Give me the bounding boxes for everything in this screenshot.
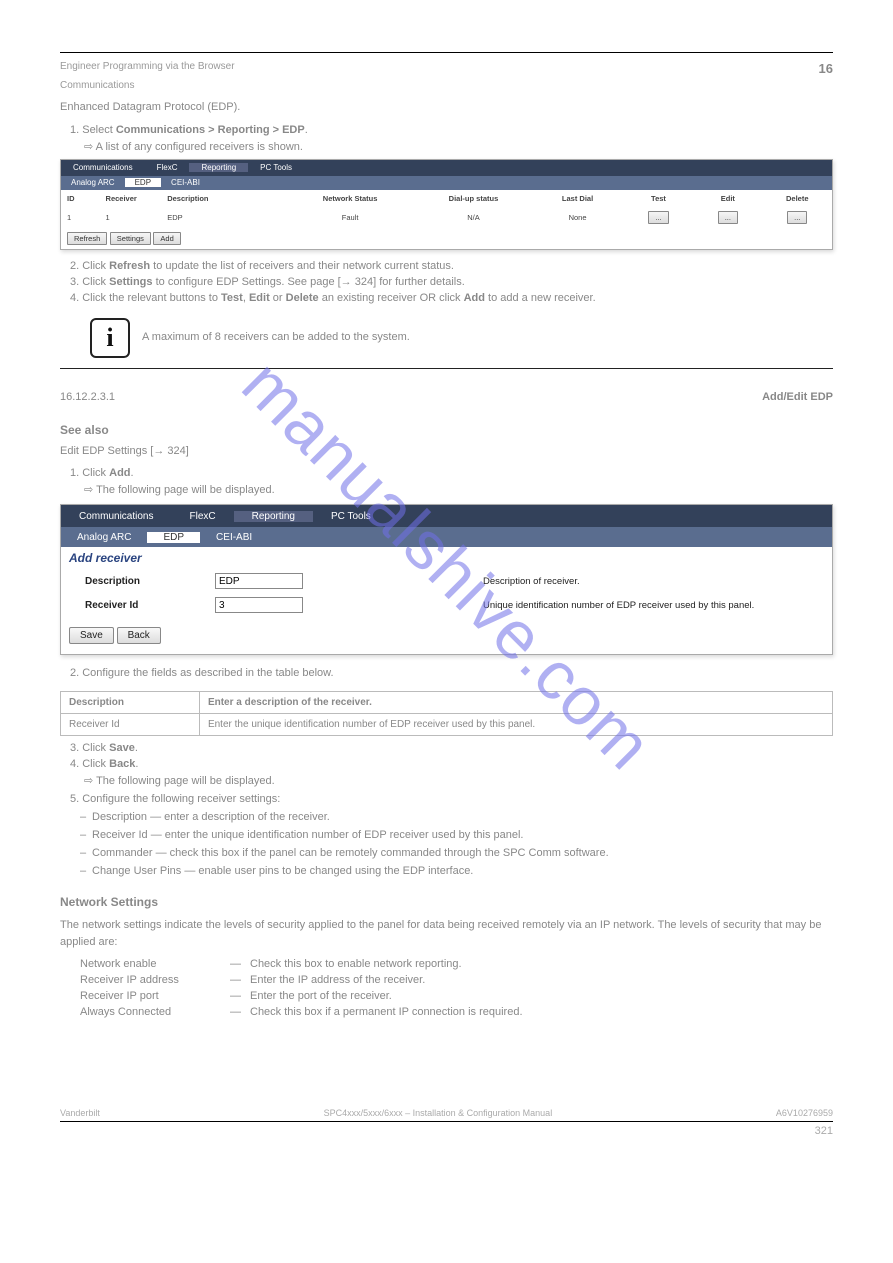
list-item: Receiver Id — enter the unique identific… — [92, 829, 833, 841]
delete-button[interactable]: ... — [787, 211, 807, 224]
network-levels: Network enable—Check this box to enable … — [80, 958, 833, 1018]
tab-analog-arc[interactable]: Analog ARC — [61, 178, 125, 187]
nav-item-communications[interactable]: Communications — [61, 163, 145, 172]
receiver-id-input[interactable] — [215, 597, 303, 613]
description-label: Description — [85, 576, 215, 587]
nav2-flexc[interactable]: FlexC — [171, 511, 233, 522]
nav-primary: Communications FlexC Reporting PC Tools — [61, 160, 832, 176]
nav-item-reporting[interactable]: Reporting — [189, 163, 248, 172]
list-item: Description — enter a description of the… — [92, 811, 833, 823]
screenshot-receiver-list: Communications FlexC Reporting PC Tools … — [60, 159, 833, 250]
step-add-3: 3. Click Save. — [70, 742, 833, 754]
subsection-number: 16.12.2.3.1 — [60, 391, 115, 403]
footer: Vanderbilt SPC4xxx/5xxx/6xxx – Installat… — [60, 1108, 833, 1122]
step-add-2: 2. Configure the fields as described in … — [70, 667, 833, 679]
tab2-analog-arc[interactable]: Analog ARC — [61, 532, 147, 543]
step-3: 3. Click Settings to configure EDP Setti… — [70, 276, 833, 288]
description-help: Description of receiver. — [483, 576, 580, 587]
test-button[interactable]: ... — [648, 211, 668, 224]
header-left: Engineer Programming via the Browser — [60, 61, 235, 76]
footer-left: Vanderbilt — [60, 1108, 100, 1118]
tab2-edp[interactable]: EDP — [147, 532, 200, 543]
see-also-heading: See also — [60, 423, 833, 437]
footer-mid: SPC4xxx/5xxx/6xxx – Installation & Confi… — [324, 1108, 553, 1118]
header-chapter: 16 — [819, 61, 833, 76]
step-add-4-result: ⇨ The following page will be displayed. — [84, 774, 833, 787]
step-add-4: 4. Click Back. — [70, 758, 833, 770]
tab2-cei-abi[interactable]: CEI-ABI — [200, 532, 268, 543]
save-button[interactable]: Save — [69, 627, 114, 644]
subsection-title: Add/Edit EDP — [762, 391, 833, 403]
footer-right: A6V10276959 — [776, 1108, 833, 1118]
receiver-id-label: Receiver Id — [85, 600, 215, 611]
info-text: A maximum of 8 receivers can be added to… — [142, 330, 833, 345]
nav2-pctools[interactable]: PC Tools — [313, 511, 389, 522]
tab-cei-abi[interactable]: CEI-ABI — [161, 178, 210, 187]
add-button[interactable]: Add — [153, 232, 180, 245]
step-add-1: 1. Click Add. — [70, 467, 833, 479]
see-also-item: Edit EDP Settings [→ 324] — [60, 443, 833, 460]
page-number: 321 — [60, 1125, 833, 1137]
back-button[interactable]: Back — [117, 627, 161, 644]
receiver-id-help: Unique identification number of EDP rece… — [483, 600, 754, 611]
tab-edp[interactable]: EDP — [125, 178, 161, 187]
step-add-1-result: ⇨ The following page will be displayed. — [84, 483, 833, 496]
intro-text: Enhanced Datagram Protocol (EDP). — [60, 99, 833, 116]
settings-button[interactable]: Settings — [110, 232, 151, 245]
header-sub: Communications — [60, 80, 833, 91]
receiver-table: ID Receiver Description Network Status D… — [61, 190, 832, 228]
bullet-list: –Description — enter a description of th… — [80, 811, 833, 877]
step-4: 4. Click the relevant buttons to Test, E… — [70, 292, 833, 304]
nav-secondary: Analog ARC EDP CEI-ABI — [61, 176, 832, 190]
nav2-communications[interactable]: Communications — [61, 511, 171, 522]
nav2-reporting[interactable]: Reporting — [234, 511, 313, 522]
nav-item-flexc[interactable]: FlexC — [145, 163, 190, 172]
step-2: 2. Click Refresh to update the list of r… — [70, 260, 833, 272]
step-1: 1. Select Communications > Reporting > E… — [70, 124, 833, 136]
screenshot-add-receiver: Communications FlexC Reporting PC Tools … — [60, 504, 833, 655]
info-icon: i — [90, 318, 130, 358]
step-1-result: ⇨ A list of any configured receivers is … — [84, 140, 833, 153]
network-settings-heading: Network Settings — [60, 895, 833, 909]
nav-primary-2: Communications FlexC Reporting PC Tools — [61, 505, 832, 527]
refresh-button[interactable]: Refresh — [67, 232, 107, 245]
nav-item-pctools[interactable]: PC Tools — [248, 163, 304, 172]
description-input[interactable] — [215, 573, 303, 589]
table-row: 1 1 EDP Fault N/A None ... ... ... — [61, 207, 832, 228]
edit-button[interactable]: ... — [718, 211, 738, 224]
field-description-table: Description Enter a description of the r… — [60, 691, 833, 736]
step-conf-5: 5. Configure the following receiver sett… — [70, 793, 833, 805]
nav-secondary-2: Analog ARC EDP CEI-ABI — [61, 527, 832, 547]
list-item: Commander — check this box if the panel … — [92, 847, 833, 859]
list-item: Change User Pins — enable user pins to b… — [92, 865, 833, 877]
form-title: Add receiver — [61, 547, 832, 569]
network-settings-text: The network settings indicate the levels… — [60, 917, 833, 950]
